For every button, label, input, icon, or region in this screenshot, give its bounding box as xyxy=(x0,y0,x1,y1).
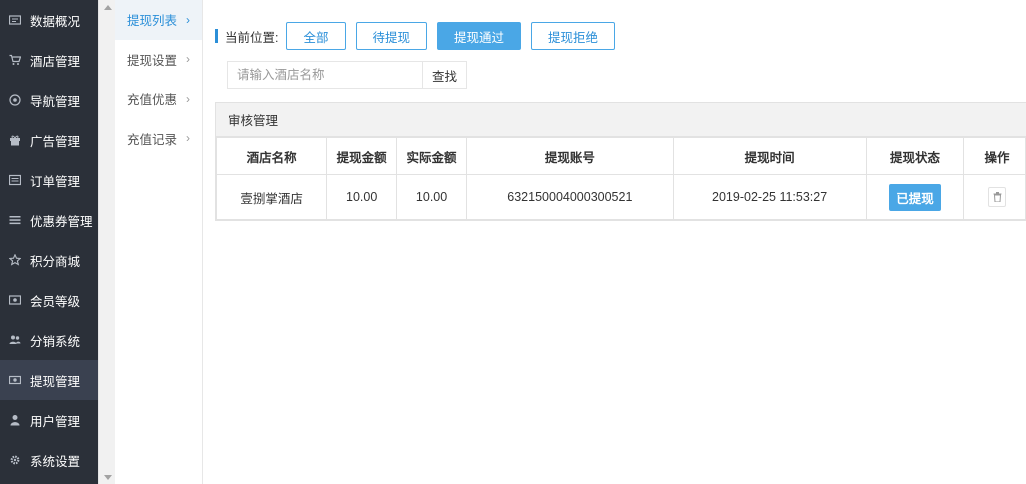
search-bar: 查找 xyxy=(227,61,467,89)
chevron-right-icon: › xyxy=(186,131,191,146)
filter-tab-approved[interactable]: 提现通过 xyxy=(437,22,522,50)
submenu-item-recharge-discount[interactable]: 充值优惠 › xyxy=(115,79,202,119)
sidebar-item-label: 优惠券管理 xyxy=(30,214,93,229)
scroll-up-arrow-icon[interactable] xyxy=(99,0,116,14)
breadcrumb-label: 当前位置: xyxy=(225,30,279,45)
sidebar-item-settings[interactable]: 系统设置 xyxy=(0,440,98,480)
users-icon xyxy=(8,333,22,347)
submenu-item-label: 提现设置 xyxy=(127,53,178,68)
column-header-actions: 操作 xyxy=(963,137,1026,175)
scroll-down-arrow-icon[interactable] xyxy=(99,470,116,484)
star-icon xyxy=(8,253,22,267)
submenu-item-withdraw-list[interactable]: 提现列表 › xyxy=(115,0,202,40)
submenu-item-label: 提现列表 xyxy=(127,14,178,29)
table-header-row: 酒店名称 提现金额 实际金额 提现账号 提现时间 提现状态 操作 xyxy=(216,137,1026,175)
submenu-item-recharge-records[interactable]: 充值记录 › xyxy=(115,119,202,159)
status-badge: 已提现 xyxy=(889,183,941,211)
gear-icon xyxy=(8,453,22,467)
breadcrumb-marker xyxy=(215,29,218,43)
sidebar-item-overview[interactable]: 数据概况 xyxy=(0,0,98,40)
delete-button[interactable] xyxy=(988,187,1007,207)
review-panel: 审核管理 酒店名称 提现金额 实际金额 提现账号 提现时间 提现状态 操作 壹捌… xyxy=(215,102,1026,221)
cell-account: 632150004000300521 xyxy=(466,174,674,220)
table-row: 壹捌掌酒店 10.00 10.00 632150004000300521 201… xyxy=(216,174,1026,220)
cell-hotel-name: 壹捌掌酒店 xyxy=(216,174,328,220)
filter-tab-pending[interactable]: 待提现 xyxy=(355,22,428,50)
sidebar-scrollbar[interactable] xyxy=(98,0,115,484)
sub-menu: 提现列表 › 提现设置 › 充值优惠 › 充值记录 › xyxy=(115,0,203,484)
column-header-actual-amount: 实际金额 xyxy=(396,137,468,175)
user-icon xyxy=(8,413,22,427)
sidebar-item-withdrawals[interactable]: 提现管理 xyxy=(0,360,98,400)
cell-actions xyxy=(963,174,1026,220)
sidebar-item-label: 会员等级 xyxy=(30,294,81,309)
gift-icon xyxy=(8,133,22,147)
breadcrumb: 当前位置: 全部 待提现 提现通过 提现拒绝 xyxy=(215,22,625,50)
sidebar-item-label: 系统设置 xyxy=(30,454,81,469)
cell-actual-amount: 10.00 xyxy=(396,174,468,220)
cell-status: 已提现 xyxy=(865,174,965,220)
filter-tab-rejected[interactable]: 提现拒绝 xyxy=(531,22,616,50)
sidebar-item-points-mall[interactable]: 积分商城 xyxy=(0,240,98,280)
sidebar-item-label: 订单管理 xyxy=(30,174,81,189)
search-button[interactable]: 查找 xyxy=(423,61,467,89)
chevron-right-icon: › xyxy=(186,12,191,27)
cell-time: 2019-02-25 11:53:27 xyxy=(672,174,867,220)
cart-icon xyxy=(8,53,22,67)
sidebar-item-ads[interactable]: 广告管理 xyxy=(0,120,98,160)
sidebar-item-users[interactable]: 用户管理 xyxy=(0,400,98,440)
sidebar-item-label: 广告管理 xyxy=(30,134,81,149)
dashboard-icon xyxy=(8,13,22,27)
column-header-status: 提现状态 xyxy=(865,137,965,175)
submenu-item-label: 充值优惠 xyxy=(127,93,178,108)
sidebar-item-label: 积分商城 xyxy=(30,254,81,269)
sidebar-item-hotels[interactable]: 酒店管理 xyxy=(0,40,98,80)
sidebar-item-label: 分销系统 xyxy=(30,334,81,349)
compass-icon xyxy=(8,93,22,107)
column-header-account: 提现账号 xyxy=(466,137,674,175)
trash-icon xyxy=(993,192,1002,202)
column-header-amount: 提现金额 xyxy=(326,137,398,175)
submenu-item-withdraw-settings[interactable]: 提现设置 › xyxy=(115,40,202,80)
column-header-hotel-name: 酒店名称 xyxy=(216,137,328,175)
chevron-right-icon: › xyxy=(186,52,191,67)
sidebar-item-label: 提现管理 xyxy=(30,374,81,389)
column-header-time: 提现时间 xyxy=(672,137,867,175)
main-content: 当前位置: 全部 待提现 提现通过 提现拒绝 查找 审核管理 酒店名称 提现金额… xyxy=(203,0,1026,484)
sidebar-item-orders[interactable]: 订单管理 xyxy=(0,160,98,200)
main-sidebar: 数据概况 酒店管理 导航管理 广告管理 订单管理 优惠券管理 积分商城 会员等级… xyxy=(0,0,98,484)
sidebar-item-coupons[interactable]: 优惠券管理 xyxy=(0,200,98,240)
sidebar-item-label: 数据概况 xyxy=(30,14,81,29)
sidebar-item-label: 导航管理 xyxy=(30,94,81,109)
panel-title: 审核管理 xyxy=(216,103,1026,137)
order-list-icon xyxy=(8,173,22,187)
cell-amount: 10.00 xyxy=(326,174,398,220)
member-card-icon xyxy=(8,293,22,307)
sidebar-item-navigation[interactable]: 导航管理 xyxy=(0,80,98,120)
sidebar-item-member-level[interactable]: 会员等级 xyxy=(0,280,98,320)
hotel-search-input[interactable] xyxy=(227,61,423,89)
chevron-right-icon: › xyxy=(186,91,191,106)
withdrawal-table: 酒店名称 提现金额 实际金额 提现账号 提现时间 提现状态 操作 壹捌掌酒店 1… xyxy=(216,137,1026,220)
sidebar-item-label: 酒店管理 xyxy=(30,54,81,69)
submenu-item-label: 充值记录 xyxy=(127,132,178,147)
filter-tab-all[interactable]: 全部 xyxy=(286,22,346,50)
sidebar-item-label: 用户管理 xyxy=(30,414,81,429)
money-icon xyxy=(8,373,22,387)
sidebar-item-distribution[interactable]: 分销系统 xyxy=(0,320,98,360)
menu-lines-icon xyxy=(8,213,22,227)
